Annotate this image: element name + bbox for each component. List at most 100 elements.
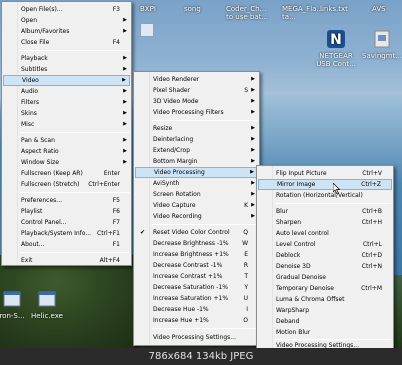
menu-item-audio[interactable]: Audio ▶ — [3, 86, 130, 97]
menu-item-label: Bottom Margin — [153, 158, 198, 165]
menu-item-label: Playback — [21, 55, 48, 62]
menu-item-luma-chroma-offset[interactable]: Luma & Chroma Offset — [258, 294, 392, 305]
menu-item-aspect-ratio[interactable]: Aspect Ratio ▶ — [3, 146, 130, 157]
submenu-arrow-icon: ▶ — [251, 180, 255, 186]
menu-item-about[interactable]: About... F1 — [3, 239, 130, 250]
menu-item-auto-level-control[interactable]: Auto level control — [258, 228, 392, 239]
submenu-arrow-icon: ▶ — [251, 125, 255, 131]
menu-item-label: Level Control — [276, 241, 316, 248]
menu-item-rotation[interactable]: Rotation (Horizontal/Vertical) — [258, 190, 392, 201]
menu-item-avisynth[interactable]: AviSynth ▶ — [135, 178, 258, 189]
desktop-icon-coder[interactable]: Coder_Ch... to use bat... — [226, 3, 276, 39]
menu-item-increase-contrast[interactable]: Increase Contrast +1% T — [135, 271, 258, 282]
menu-item-video[interactable]: Video ▶ — [3, 75, 130, 86]
menu-item-shortcut: Y — [244, 284, 248, 291]
menu-item-decrease-saturation[interactable]: Decrease Saturation -1% Y — [135, 282, 258, 293]
menu-item-shortcut: F5 — [112, 197, 120, 204]
menu-item-warpsharp[interactable]: WarpSharp — [258, 305, 392, 316]
menu-item-open-files[interactable]: Open File(s)... F3 — [3, 4, 130, 15]
submenu-arrow-icon: ▶ — [123, 55, 127, 61]
menu-item-misc[interactable]: Misc ▶ — [3, 119, 130, 130]
desktop-icon-label: links.txt — [320, 5, 348, 13]
menu-item-label: Temporary Denoise — [276, 285, 334, 292]
desktop-icon-netgear[interactable]: N NETGEAR USB Cont... — [310, 28, 362, 68]
menu-item-3d-video-mode[interactable]: 3D Video Mode ▶ — [135, 96, 258, 107]
video-submenu: Video Renderer ▶ Pixel Shader S ▶ 3D Video … — [133, 71, 260, 346]
menu-item-label: Decrease Saturation -1% — [153, 284, 228, 291]
menu-item-gradual-denoise[interactable]: Gradual Denoise — [258, 272, 392, 283]
menu-item-label: AviSynth — [153, 180, 180, 187]
submenu-arrow-icon: ▶ — [123, 17, 127, 23]
menu-item-label: Deinterlacing — [153, 136, 194, 143]
menu-item-deblock[interactable]: Deblock Ctrl+D — [258, 250, 392, 261]
menu-item-pixel-shader[interactable]: Pixel Shader S ▶ — [135, 85, 258, 96]
menu-item-video-renderer[interactable]: Video Renderer ▶ — [135, 74, 258, 85]
menu-item-exit[interactable]: Exit Alt+F4 — [3, 255, 130, 266]
menu-item-screen-rotation[interactable]: Screen Rotation ▶ — [135, 189, 258, 200]
submenu-arrow-icon: ▶ — [123, 88, 127, 94]
menu-item-control-panel[interactable]: Control Panel... F7 — [3, 217, 130, 228]
menu-item-increase-brightness[interactable]: Increase Brightness +1% E — [135, 249, 258, 260]
menu-item-subtitles[interactable]: Subtitles ▶ — [3, 64, 130, 75]
menu-item-label: Pixel Shader — [153, 87, 191, 94]
menu-item-flip-input-picture[interactable]: Flip Input Picture Ctrl+V — [258, 168, 392, 179]
menu-item-pan-scan[interactable]: Pan & Scan ▶ — [3, 135, 130, 146]
menu-item-motion-blur[interactable]: Motion Blur — [258, 327, 392, 338]
desktop-icon-helic[interactable]: Helic.exe — [21, 288, 73, 320]
menu-item-level-control[interactable]: Level Control Ctrl+L — [258, 239, 392, 250]
menu-item-shortcut: Ctrl+M — [361, 285, 382, 292]
menu-item-playback[interactable]: Playback ▶ — [3, 53, 130, 64]
menu-item-increase-hue[interactable]: Increase Hue +1% O — [135, 315, 258, 326]
menu-item-decrease-contrast[interactable]: Decrease Contrast -1% R — [135, 260, 258, 271]
menu-item-video-processing-settings[interactable]: Video Processing Settings... — [135, 332, 258, 343]
submenu-arrow-icon: ▶ — [123, 148, 127, 154]
menu-item-shortcut: F1 — [112, 241, 120, 248]
menu-item-open[interactable]: Open ▶ — [3, 15, 130, 26]
menu-item-window-size[interactable]: Window Size ▶ — [3, 157, 130, 168]
menu-item-decrease-brightness[interactable]: Decrease Brightness -1% W — [135, 238, 258, 249]
menu-item-mirror-image[interactable]: Mirror Image Ctrl+Z — [258, 179, 392, 190]
menu-item-album-favorites[interactable]: Album/Favorites ▶ — [3, 26, 130, 37]
menu-item-playback-system-info[interactable]: Playback/System Info... Ctrl+F1 — [3, 228, 130, 239]
menu-item-shortcut: E — [244, 251, 248, 258]
menu-item-increase-saturation[interactable]: Increase Saturation +1% U — [135, 293, 258, 304]
menu-item-label: Audio — [21, 88, 39, 95]
menu-item-sharpen[interactable]: Sharpen Ctrl+H — [258, 217, 392, 228]
submenu-arrow-icon: ▶ — [250, 169, 254, 175]
menu-item-filters[interactable]: Filters ▶ — [3, 97, 130, 108]
desktop-icon-label: song — [184, 5, 201, 13]
submenu-arrow-icon: ▶ — [123, 159, 127, 165]
menu-item-blur[interactable]: Blur Ctrl+B — [258, 206, 392, 217]
menu-item-resize[interactable]: Resize ▶ — [135, 123, 258, 134]
menu-item-denoise-3d[interactable]: Denoise 3D Ctrl+N — [258, 261, 392, 272]
submenu-arrow-icon: ▶ — [123, 28, 127, 34]
menu-item-label: Fullscreen (Keep AR) — [21, 170, 83, 177]
menu-item-deinterlacing[interactable]: Deinterlacing ▶ — [135, 134, 258, 145]
menu-item-fullscreen-keep-ar[interactable]: Fullscreen (Keep AR) Enter — [3, 168, 130, 179]
menu-item-shortcut: K — [244, 202, 248, 209]
menu-item-reset-video-color[interactable]: ✔ Reset Video Color Control Q — [135, 227, 258, 238]
menu-item-temporary-denoise[interactable]: Temporary Denoise Ctrl+M — [258, 283, 392, 294]
menu-item-skins[interactable]: Skins ▶ — [3, 108, 130, 119]
menu-item-video-processing[interactable]: Video Processing ▶ — [135, 167, 258, 178]
menu-item-label: About... — [21, 241, 45, 248]
menu-item-fullscreen-stretch[interactable]: Fullscreen (Stretch) Ctrl+Enter — [3, 179, 130, 190]
menu-item-deband[interactable]: Deband — [258, 316, 392, 327]
menu-item-preferences[interactable]: Preferences... F5 — [3, 195, 130, 206]
menu-item-video-recording[interactable]: Video Recording ▶ — [135, 211, 258, 222]
menu-item-label: Control Panel... — [21, 219, 67, 226]
menu-item-bottom-margin[interactable]: Bottom Margin ▶ — [135, 156, 258, 167]
menu-item-close-file[interactable]: Close File F4 — [3, 37, 130, 48]
exe-icon — [3, 291, 21, 307]
menu-item-video-processing-filters[interactable]: Video Processing Filters ▶ — [135, 107, 258, 118]
menu-item-video-capture[interactable]: Video Capture K ▶ — [135, 200, 258, 211]
menu-item-playlist[interactable]: Playlist F6 — [3, 206, 130, 217]
menu-item-label: Skins — [21, 110, 37, 117]
menu-item-extend-crop[interactable]: Extend/Crop ▶ — [135, 145, 258, 156]
menu-item-label: Flip Input Picture — [276, 170, 327, 177]
desktop-icon-label: AVS — [372, 5, 386, 13]
desktop-icon-saving[interactable]: Savingmt... — [356, 28, 402, 60]
menu-item-shortcut: Ctrl+V — [362, 170, 382, 177]
menu-item-decrease-hue[interactable]: Decrease Hue -1% I — [135, 304, 258, 315]
menu-separator — [152, 224, 257, 225]
